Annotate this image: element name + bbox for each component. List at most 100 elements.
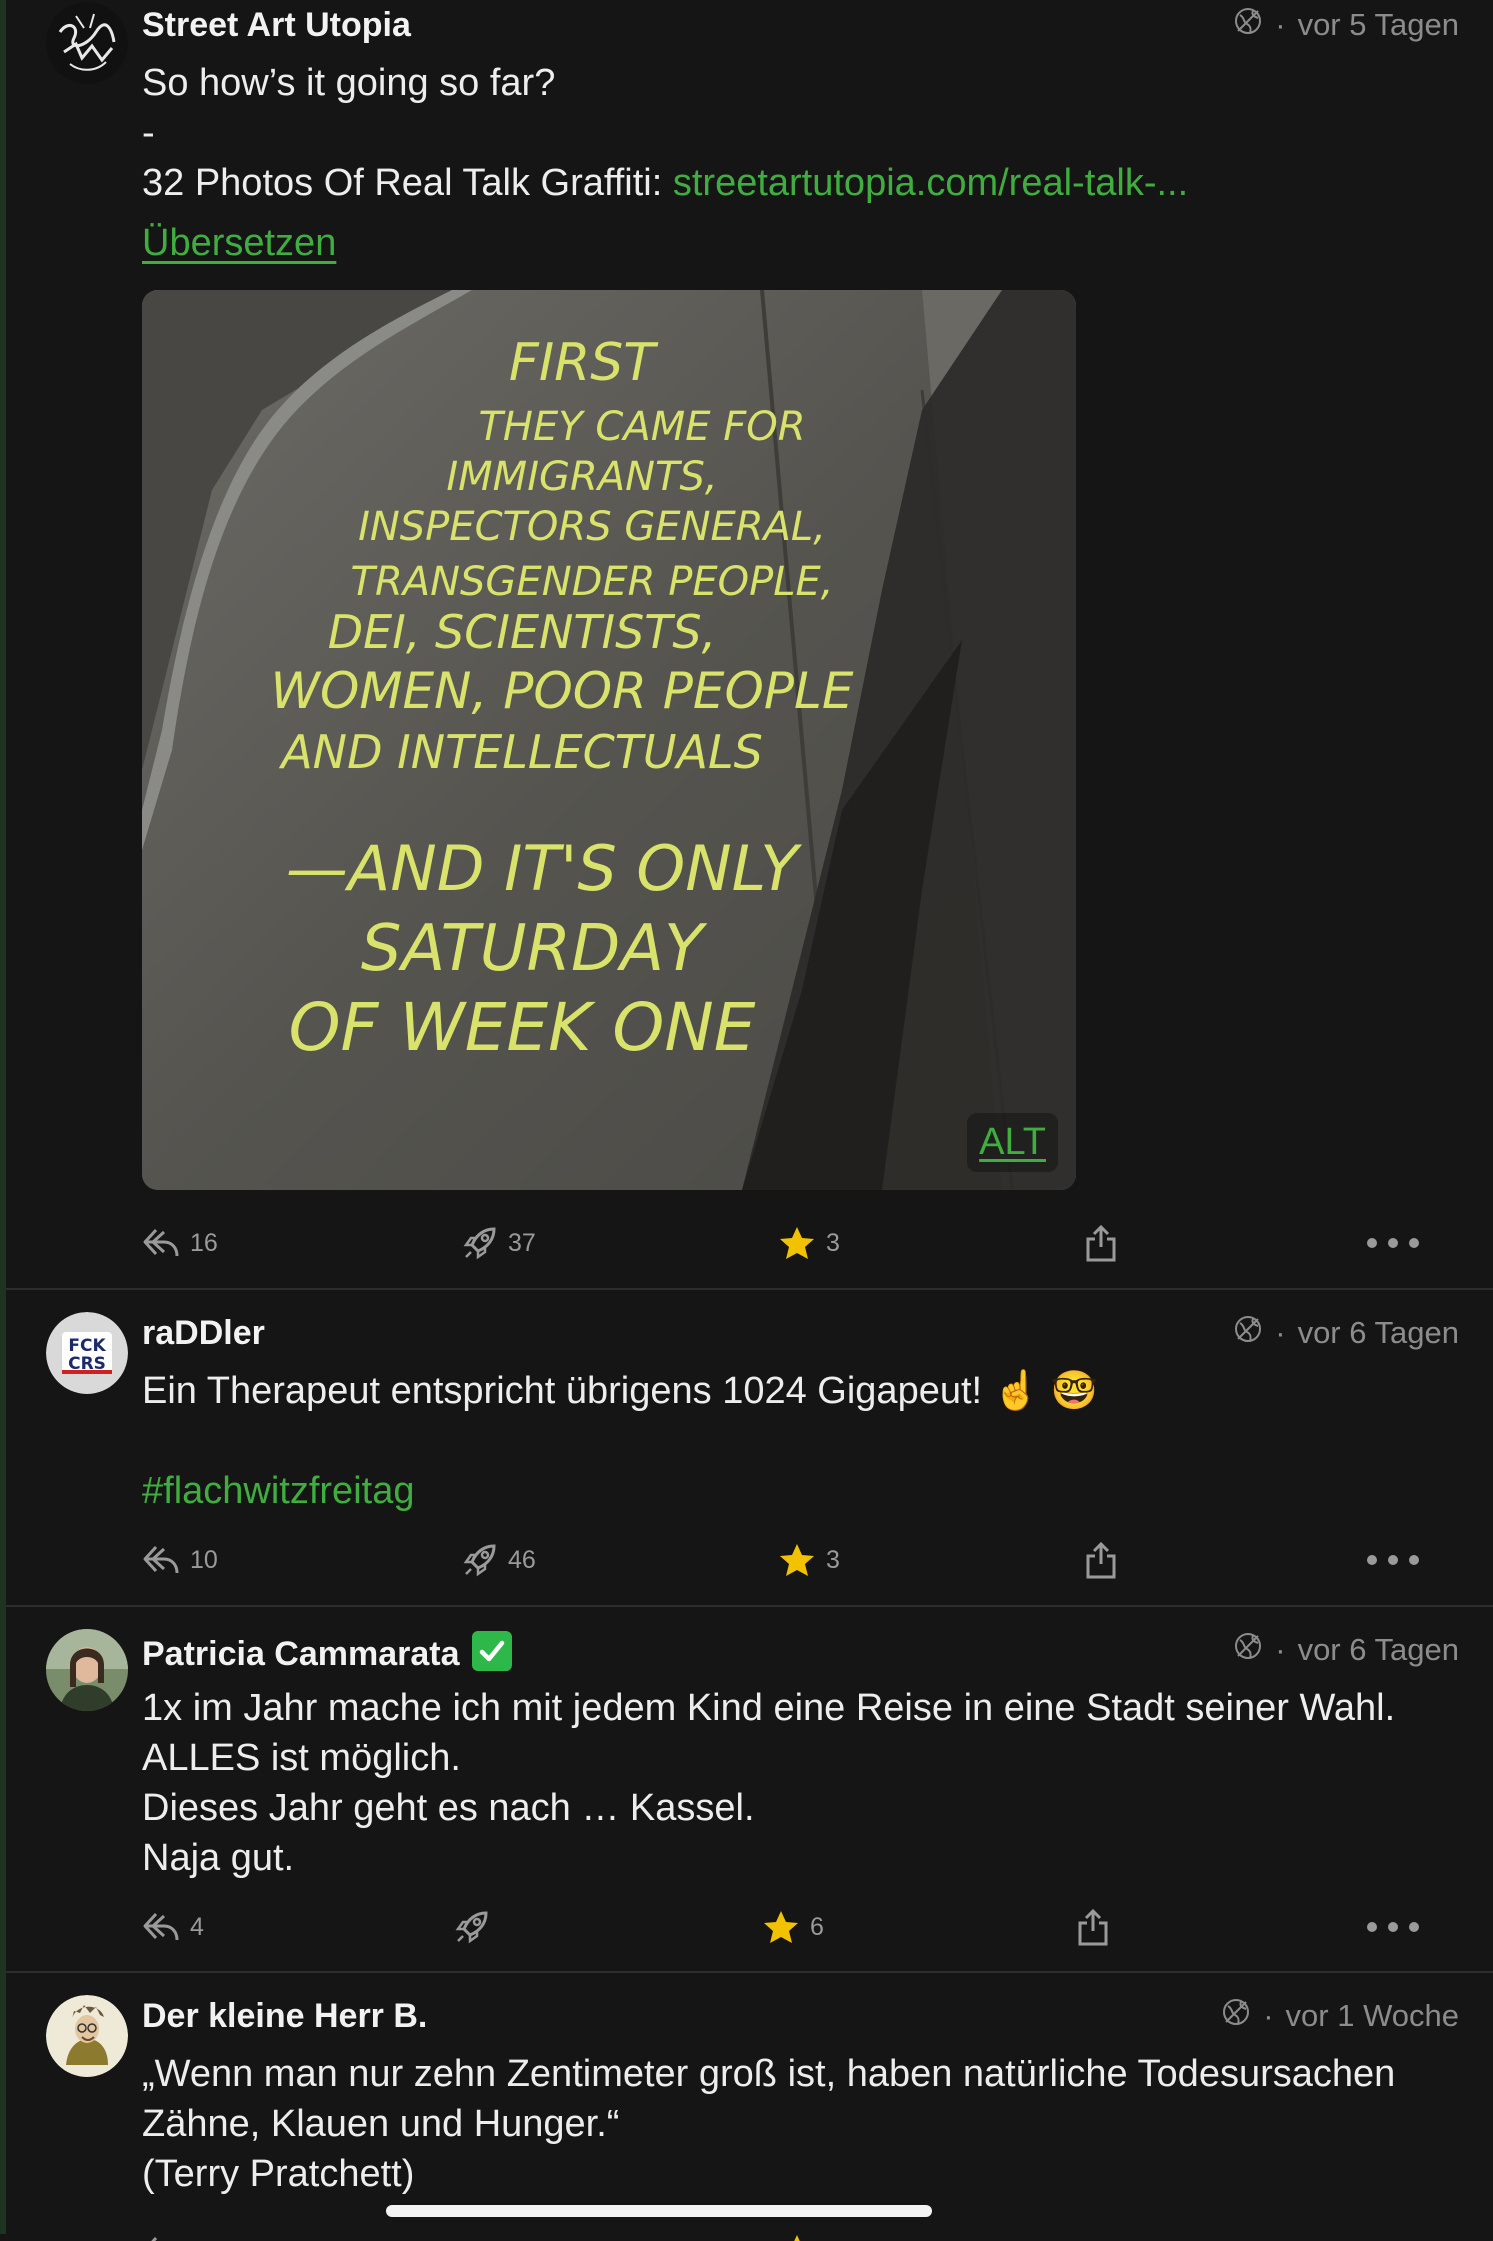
post-actions: 4 6 — [6, 1897, 1493, 1957]
reply-button[interactable]: 4 — [142, 1897, 204, 1957]
author-name[interactable]: Der kleine Herr B. — [142, 1997, 427, 2036]
star-icon — [778, 1542, 826, 1578]
favourite-button[interactable]: 6 — [762, 1897, 824, 1957]
rocket-icon — [454, 1909, 500, 1945]
avatar[interactable] — [46, 1995, 128, 2077]
reply-count: 16 — [190, 1228, 218, 1257]
favourite-button[interactable] — [778, 2221, 826, 2241]
meta-separator: · — [1275, 1632, 1286, 1667]
boost-count: 37 — [508, 1228, 536, 1257]
post-text-line: 32 Photos Of Real Talk Graffiti: streeta… — [142, 158, 1459, 208]
favourite-button[interactable]: 3 — [778, 1213, 840, 1273]
link-prefix: 32 Photos Of Real Talk Graffiti: — [142, 162, 673, 204]
share-button[interactable] — [1084, 1213, 1128, 1273]
favourite-count: 3 — [826, 1545, 840, 1574]
reply-icon — [142, 1543, 190, 1577]
verified-check-icon — [471, 1631, 512, 1671]
post-image[interactable]: FIRST THEY CAME FOR IMMIGRANTS, INSPECTO… — [142, 290, 1076, 1190]
post-content: So how’s it going so far? - 32 Photos Of… — [142, 58, 1459, 268]
fck-crs-badge-icon: FCK CRS — [46, 1312, 128, 1394]
home-indicator[interactable] — [386, 2205, 932, 2217]
chalk-line: IMMIGRANTS, — [446, 454, 717, 500]
post-text-line: - — [142, 112, 155, 154]
post-raddler[interactable]: FCK CRS raDDler · vor 6 Tagen Ein Therap… — [6, 1290, 1493, 1606]
share-icon — [1076, 1907, 1120, 1947]
post-meta: · vor 1 Woche — [1221, 1997, 1459, 2035]
star-icon — [762, 1909, 810, 1945]
translate-link[interactable]: Übersetzen — [142, 222, 336, 264]
chalk-line: THEY CAME FOR — [478, 404, 805, 450]
chalk-line: SATURDAY — [361, 912, 708, 986]
post-content: Ein Therapeut entspricht übrigens 1024 G… — [142, 1366, 1459, 1516]
post-text-line: Ein Therapeut entspricht übrigens 1024 G… — [142, 1370, 1098, 1412]
star-icon — [778, 2233, 826, 2241]
boost-button[interactable] — [454, 1897, 500, 1957]
reply-button[interactable] — [142, 2221, 190, 2241]
post-text-line: Naja gut. — [142, 1837, 295, 1879]
reply-icon — [142, 1226, 190, 1260]
favourite-count: 3 — [826, 1228, 840, 1257]
post-meta: · vor 5 Tagen — [1233, 6, 1459, 44]
globe-off-icon — [1233, 1314, 1263, 1352]
author-name[interactable]: Street Art Utopia — [142, 6, 411, 45]
post-der-kleine-herr-b[interactable]: Der kleine Herr B. · vor 1 Woche „Wenn m… — [6, 1973, 1493, 2241]
reply-icon — [142, 1910, 190, 1944]
post-timestamp[interactable]: vor 1 Woche — [1286, 1998, 1459, 2034]
ellipsis-icon — [1366, 1921, 1430, 1933]
post-text-line: ALLES ist möglich. — [142, 1737, 461, 1779]
meta-separator: · — [1275, 7, 1286, 42]
star-icon — [778, 1225, 826, 1261]
post-text-line: (Terry Pratchett) — [142, 2153, 415, 2195]
chalk-line: FIRST — [509, 333, 659, 393]
chalk-graffiti-photo: FIRST THEY CAME FOR IMMIGRANTS, INSPECTO… — [142, 290, 1076, 1190]
chalk-line: WOMEN, POOR PEOPLE — [271, 662, 854, 720]
boost-button[interactable]: 37 — [462, 1213, 536, 1273]
post-content: 1x im Jahr mache ich mit jedem Kind eine… — [142, 1683, 1459, 1883]
chalk-line: TRANSGENDER PEOPLE, — [351, 559, 834, 605]
hashtag-link[interactable]: #flachwitzfreitag — [142, 1470, 414, 1512]
boost-button[interactable]: 46 — [462, 1530, 536, 1590]
more-options-button[interactable] — [1366, 1897, 1430, 1957]
author-name-text: Patricia Cammarata — [142, 1635, 460, 1673]
avatar[interactable] — [46, 1629, 128, 1711]
more-options-button[interactable] — [1366, 1530, 1430, 1590]
rocket-icon — [462, 1225, 508, 1261]
reply-button[interactable]: 10 — [142, 1530, 218, 1590]
chalk-line: DEI, SCIENTISTS, — [328, 605, 716, 659]
share-button[interactable] — [1076, 1897, 1120, 1957]
graffiti-logo-icon — [46, 2, 128, 84]
meta-separator: · — [1263, 1998, 1274, 2033]
author-name[interactable]: raDDler — [142, 1314, 265, 1353]
post-meta: · vor 6 Tagen — [1233, 1314, 1459, 1352]
post-actions: 16 37 3 — [6, 1213, 1493, 1273]
badge-text-line: FCK — [68, 1336, 106, 1356]
post-timestamp[interactable]: vor 6 Tagen — [1298, 1632, 1459, 1668]
share-icon — [1084, 1540, 1128, 1580]
post-timestamp[interactable]: vor 5 Tagen — [1298, 7, 1459, 43]
post-link[interactable]: streetartutopia.com/real-talk-... — [673, 162, 1188, 204]
reply-count: 4 — [190, 1912, 204, 1941]
alt-text-button[interactable]: ALT — [967, 1113, 1058, 1172]
ellipsis-icon — [1366, 1554, 1430, 1566]
post-text-line: 1x im Jahr mache ich mit jedem Kind eine… — [142, 1687, 1396, 1729]
avatar[interactable] — [46, 2, 128, 84]
author-name[interactable]: Patricia Cammarata — [142, 1631, 512, 1674]
ellipsis-icon — [1366, 1237, 1430, 1249]
favourite-button[interactable]: 3 — [778, 1530, 840, 1590]
globe-off-icon — [1221, 1997, 1251, 2035]
rocket-icon — [462, 1542, 508, 1578]
chalk-line: INSPECTORS GENERAL, — [358, 504, 826, 550]
post-timestamp[interactable]: vor 6 Tagen — [1298, 1315, 1459, 1351]
more-options-button[interactable] — [1366, 1213, 1430, 1273]
boost-count: 46 — [508, 1545, 536, 1574]
avatar[interactable]: FCK CRS — [46, 1312, 128, 1394]
post-meta: · vor 6 Tagen — [1233, 1631, 1459, 1669]
post-street-art-utopia[interactable]: Street Art Utopia · vor 5 Tagen So how’s… — [6, 0, 1493, 1290]
share-button[interactable] — [1084, 1530, 1128, 1590]
spacer-line — [142, 1416, 1459, 1466]
globe-off-icon — [1233, 6, 1263, 44]
post-patricia-cammarata[interactable]: Patricia Cammarata · vor 6 Tagen 1x im J… — [6, 1607, 1493, 1973]
post-actions-partial — [6, 2221, 1493, 2241]
chalk-line: OF WEEK ONE — [289, 989, 756, 1066]
reply-button[interactable]: 16 — [142, 1213, 218, 1273]
